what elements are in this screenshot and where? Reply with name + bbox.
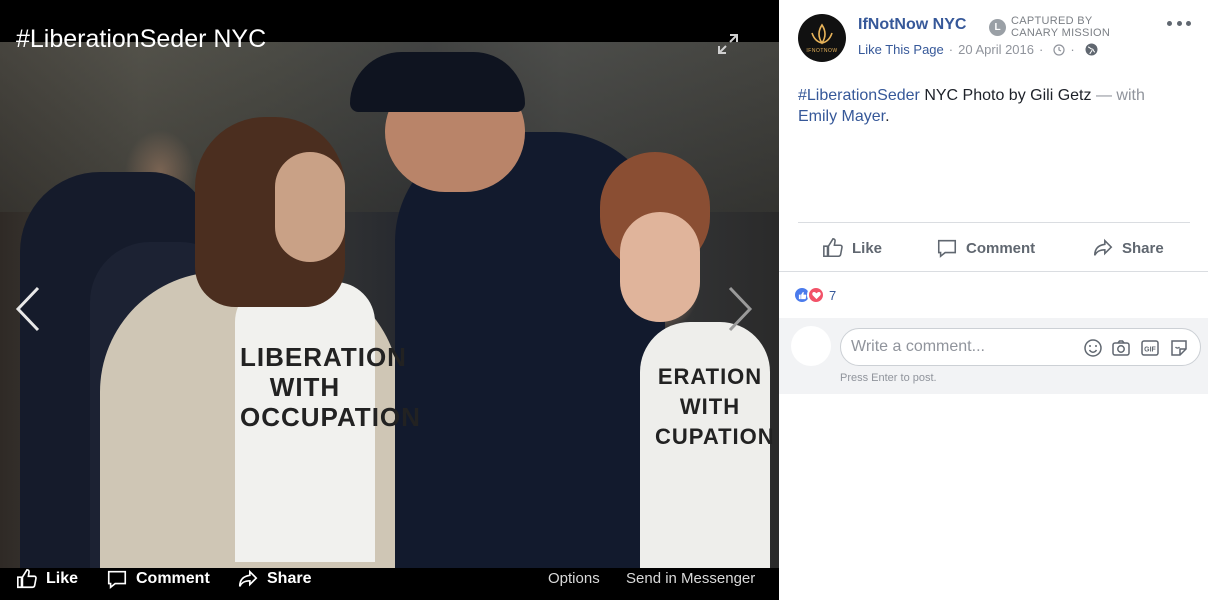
thumbs-up-icon <box>17 569 37 589</box>
next-photo-arrow-icon[interactable] <box>726 286 754 332</box>
share-button[interactable]: Share <box>1092 232 1164 264</box>
comment-box: GIF <box>840 328 1201 366</box>
post-panel: IFNOTNOW IfNotNow NYC L Captured by Cana… <box>779 0 1208 600</box>
photo-viewer: LIBERATION WITH OCCUPATION ERATION WITH … <box>0 0 779 600</box>
send-in-messenger-link[interactable]: Send in Messenger <box>626 570 755 587</box>
more-options-icon[interactable] <box>1167 18 1191 28</box>
comment-bubble-icon <box>937 239 957 258</box>
post-date[interactable]: 20 April 2016 <box>958 42 1034 57</box>
caption-with: — with <box>1091 87 1145 104</box>
sticker-icon[interactable] <box>1169 338 1189 358</box>
camera-icon[interactable] <box>1111 338 1131 358</box>
caption-end: . <box>885 108 890 125</box>
comment-label: Comment <box>966 239 1036 257</box>
user-avatar <box>791 326 831 366</box>
options-link[interactable]: Options <box>548 570 600 587</box>
gif-icon[interactable]: GIF <box>1140 338 1160 358</box>
emoji-icon[interactable] <box>1083 338 1103 358</box>
press-enter-hint: Press Enter to post. <box>840 372 937 384</box>
hashtag-link[interactable]: #LiberationSeder <box>798 87 920 104</box>
thumbs-up-icon <box>823 238 843 258</box>
like-button[interactable]: Like <box>822 232 882 264</box>
post-meta: Like This Page · 20 April 2016 · · <box>858 42 1098 57</box>
love-reaction-icon <box>807 286 825 304</box>
viewer-share-button[interactable]: Share <box>237 566 311 592</box>
expand-icon[interactable] <box>716 32 740 56</box>
photo[interactable]: LIBERATION WITH OCCUPATION ERATION WITH … <box>0 42 779 572</box>
page-avatar[interactable]: IFNOTNOW <box>798 14 846 62</box>
comment-bubble-icon <box>107 570 127 589</box>
viewer-like-label: Like <box>46 570 79 587</box>
like-label: Like <box>852 239 883 257</box>
previous-photo-arrow-icon[interactable] <box>14 286 42 332</box>
like-this-page-link[interactable]: Like This Page <box>858 42 944 57</box>
viewer-share-label: Share <box>267 570 312 587</box>
divider <box>779 271 1208 272</box>
share-label: Share <box>1122 239 1164 257</box>
comment-button[interactable]: Comment <box>936 232 1035 264</box>
shirt-text-side: ERATION WITH CUPATION <box>655 364 775 449</box>
viewer-action-bar: Like Comment Share Options Send in Messe… <box>0 562 779 596</box>
tagged-person-link[interactable]: Emily Mayer <box>798 108 885 125</box>
viewer-comment-label: Comment <box>136 570 210 587</box>
svg-text:GIF: GIF <box>1144 347 1156 354</box>
post-action-bar: Like Comment Share <box>779 232 1208 264</box>
viewer-comment-button[interactable]: Comment <box>106 566 210 592</box>
badge-line-2: Canary Mission <box>1011 27 1111 39</box>
facebook-photo-theater: LIBERATION WITH OCCUPATION ERATION WITH … <box>0 0 1208 600</box>
globe-icon[interactable] <box>1085 43 1098 56</box>
share-arrow-icon <box>1093 238 1113 256</box>
captured-badge: L Captured by Canary Mission <box>989 15 1110 39</box>
lotus-flame-logo-icon <box>811 23 833 44</box>
page-name-link[interactable]: IfNotNow NYC <box>858 16 966 34</box>
avatar-logo-text: IFNOTNOW <box>806 47 838 54</box>
caption-text: NYC Photo by Gili Getz <box>919 87 1092 104</box>
canary-badge-icon: L <box>989 18 1006 36</box>
post-caption: #LiberationSeder NYC Photo by Gili Getz … <box>798 85 1193 127</box>
shirt-text-main: LIBERATION WITH OCCUPATION <box>240 342 421 432</box>
photo-title: #LiberationSeder NYC <box>16 25 267 53</box>
comment-input[interactable] <box>851 336 1071 358</box>
reaction-count: 7 <box>829 287 837 303</box>
clock-icon <box>1053 43 1065 56</box>
reactions-summary[interactable]: 7 <box>793 286 836 304</box>
comment-composer: GIF Press Enter to post. <box>779 318 1208 394</box>
share-arrow-icon <box>238 569 258 587</box>
divider <box>798 222 1190 223</box>
badge-line-1: Captured by <box>1011 15 1093 27</box>
viewer-like-button[interactable]: Like <box>16 566 78 592</box>
